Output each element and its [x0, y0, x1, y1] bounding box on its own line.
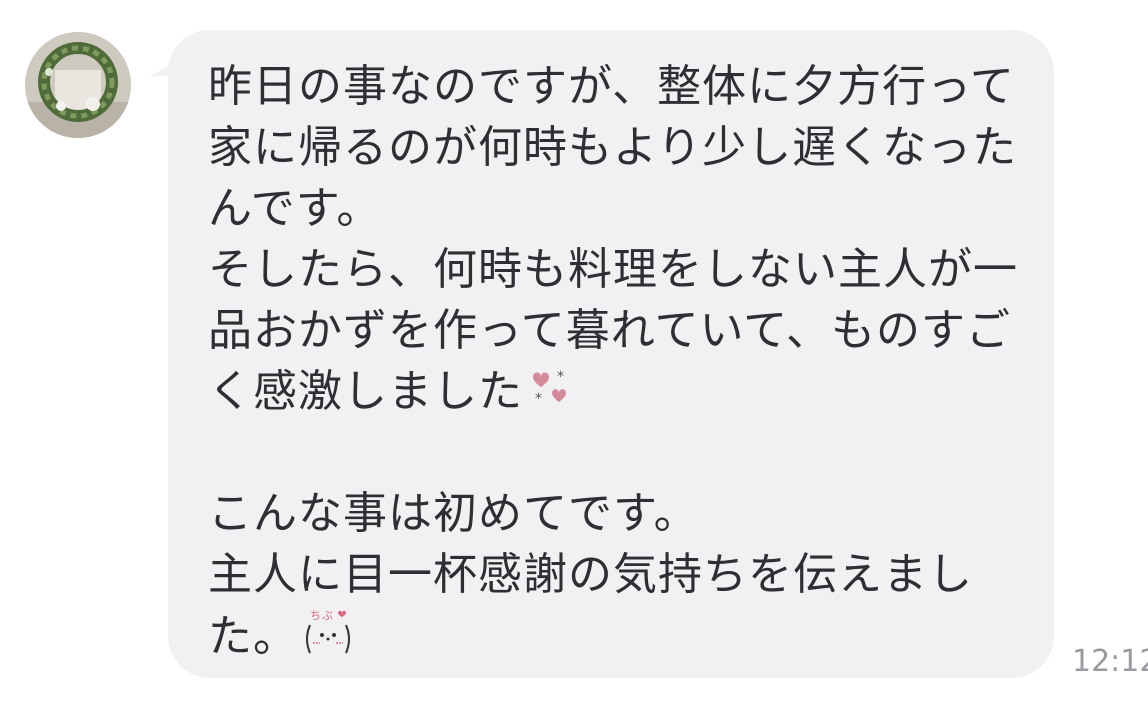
wreath-avatar-image [25, 32, 131, 138]
message-line-blank [208, 422, 1034, 483]
message-line-text: た。 [208, 611, 298, 662]
sender-avatar[interactable] [25, 32, 131, 138]
message-timestamp: 12:12 [1072, 644, 1148, 679]
message-line-with-sticker: た。 ちぶ [208, 605, 1034, 666]
message-line: 家に帰るのが何時もより少し遅くなった [208, 122, 1018, 173]
message-line: んです。 [208, 183, 382, 234]
message-line: 品おかずを作って暮れていて、ものすご [208, 305, 1011, 356]
message-line-with-emoji: く感激しました * * [208, 361, 1034, 422]
message-line: そしたら、何時も料理をしない主人が一 [208, 244, 1018, 295]
message-line: こんな事は初めてです。 [208, 488, 699, 539]
sticker-label: ちぶ [310, 609, 334, 622]
chat-area: 昨日の事なのですが、整体に夕方行って 家に帰るのが何時もより少し遅くなった んで… [0, 0, 1148, 701]
sparkling-hearts-icon: * * [527, 364, 573, 425]
message-bubble[interactable]: 昨日の事なのですが、整体に夕方行って 家に帰るのが何時もより少し遅くなった んで… [168, 30, 1054, 678]
happy-face-sticker-icon: ちぶ [302, 605, 354, 673]
message-line-text: く感激しました [208, 366, 523, 417]
message-line: 昨日の事なのですが、整体に夕方行って [208, 61, 1015, 112]
svg-text:*: * [535, 391, 543, 407]
svg-text:*: * [557, 369, 565, 385]
message-line: 主人に目一杯感謝の気持ちを伝えまし [208, 549, 973, 600]
